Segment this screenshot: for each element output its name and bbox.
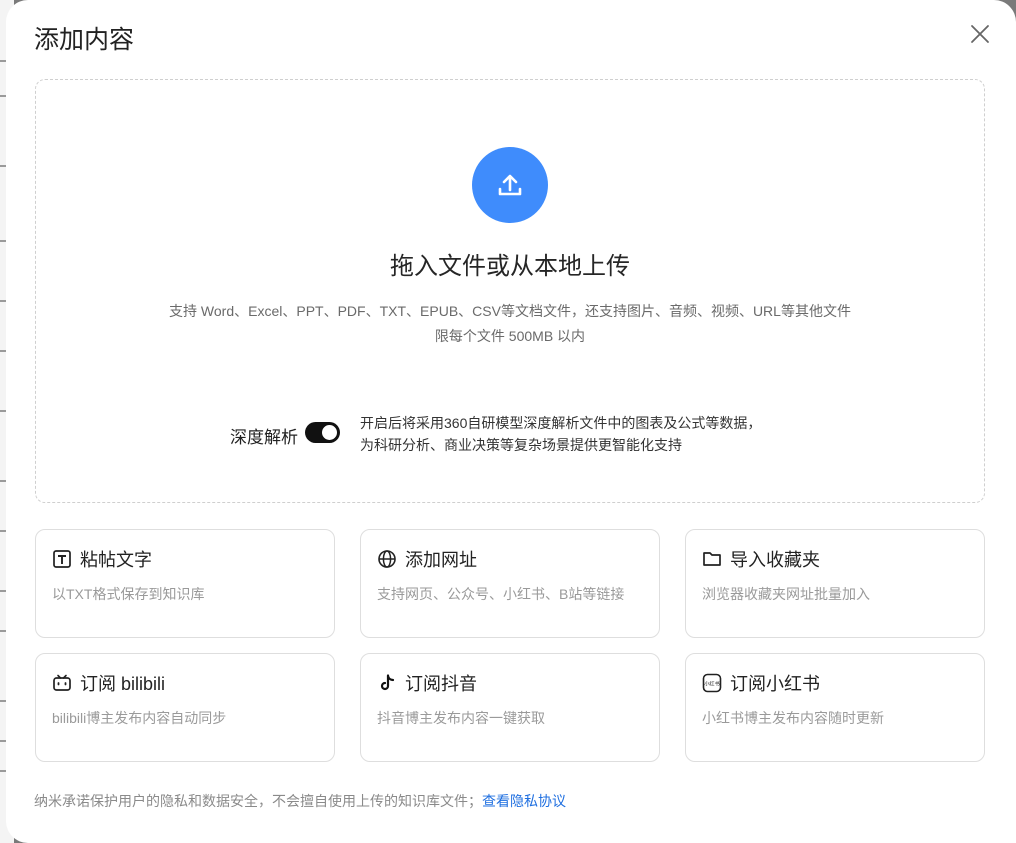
tiktok-icon [380,674,395,691]
card-title: 订阅 bilibili [80,674,166,694]
card-description: 以TXT格式保存到知识库 [52,586,205,602]
add-content-dialog: 添加内容 拖入文件或从本地上传 支持 Word、Excel、PPT、PDF、TX… [6,0,1016,843]
deep-parse-toggle[interactable] [305,422,340,443]
deep-parse-row: 深度解析 开启后将采用360自研模型深度解析文件中的图表及公式等数据， 为科研分… [230,410,830,460]
card-description: 支持网页、公众号、小红书、B站等链接 [377,586,625,602]
subscribe-xiaohongshu-card[interactable]: 小红书 订阅小红书 小红书博主发布内容随时更新 [685,653,985,762]
size-limit-text: 限每个文件 500MB 以内 [434,328,586,344]
bilibili-icon [53,674,71,691]
card-title: 粘帖文字 [80,550,152,570]
globe-icon [378,550,396,568]
deep-parse-desc-line2: 为科研分析、商业决策等复杂场景提供更智能化支持 [360,437,682,453]
add-url-card[interactable]: 添加网址 支持网页、公众号、小红书、B站等链接 [360,529,660,638]
file-dropzone[interactable]: 拖入文件或从本地上传 支持 Word、Excel、PPT、PDF、TXT、EPU… [35,79,985,503]
card-description: bilibili博主发布内容自动同步 [52,710,227,726]
card-description: 浏览器收藏夹网址批量加入 [702,586,870,602]
subscribe-douyin-card[interactable]: 订阅抖音 抖音博主发布内容一键获取 [360,653,660,762]
card-title: 导入收藏夹 [730,550,820,570]
deep-parse-label: 深度解析 [230,428,298,447]
privacy-footer: 纳米承诺保护用户的隐私和数据安全，不会擅自使用上传的知识库文件；查看隐私协议 [34,791,566,811]
deep-parse-description: 开启后将采用360自研模型深度解析文件中的图表及公式等数据， 为科研分析、商业决… [360,412,761,456]
privacy-policy-link[interactable]: 查看隐私协议 [482,793,566,809]
xiaohongshu-icon-text: 小红书 [704,679,720,687]
close-button[interactable] [968,22,992,46]
card-title: 添加网址 [405,550,477,570]
import-bookmarks-card[interactable]: 导入收藏夹 浏览器收藏夹网址批量加入 [685,529,985,638]
paste-text-card[interactable]: 粘帖文字 以TXT格式保存到知识库 [35,529,335,638]
xiaohongshu-icon: 小红书 [702,673,722,693]
upload-button[interactable] [472,147,548,223]
dialog-title: 添加内容 [34,26,135,54]
subscribe-bilibili-card[interactable]: 订阅 bilibili bilibili博主发布内容自动同步 [35,653,335,762]
supported-formats-text: 支持 Word、Excel、PPT、PDF、TXT、EPUB、CSV等文档文件，… [169,303,851,319]
card-description: 抖音博主发布内容一键获取 [377,710,545,726]
privacy-statement: 纳米承诺保护用户的隐私和数据安全，不会擅自使用上传的知识库文件； [34,793,482,809]
deep-parse-desc-line1: 开启后将采用360自研模型深度解析文件中的图表及公式等数据， [360,415,762,431]
card-title: 订阅抖音 [405,674,477,694]
close-icon [971,25,989,43]
toggle-knob [322,425,337,440]
card-title: 订阅小红书 [730,674,820,694]
folder-icon [703,552,721,566]
card-description: 小红书博主发布内容随时更新 [702,710,884,726]
dropzone-title: 拖入文件或从本地上传 [390,253,630,280]
text-box-icon [53,550,71,568]
upload-icon [498,174,522,196]
